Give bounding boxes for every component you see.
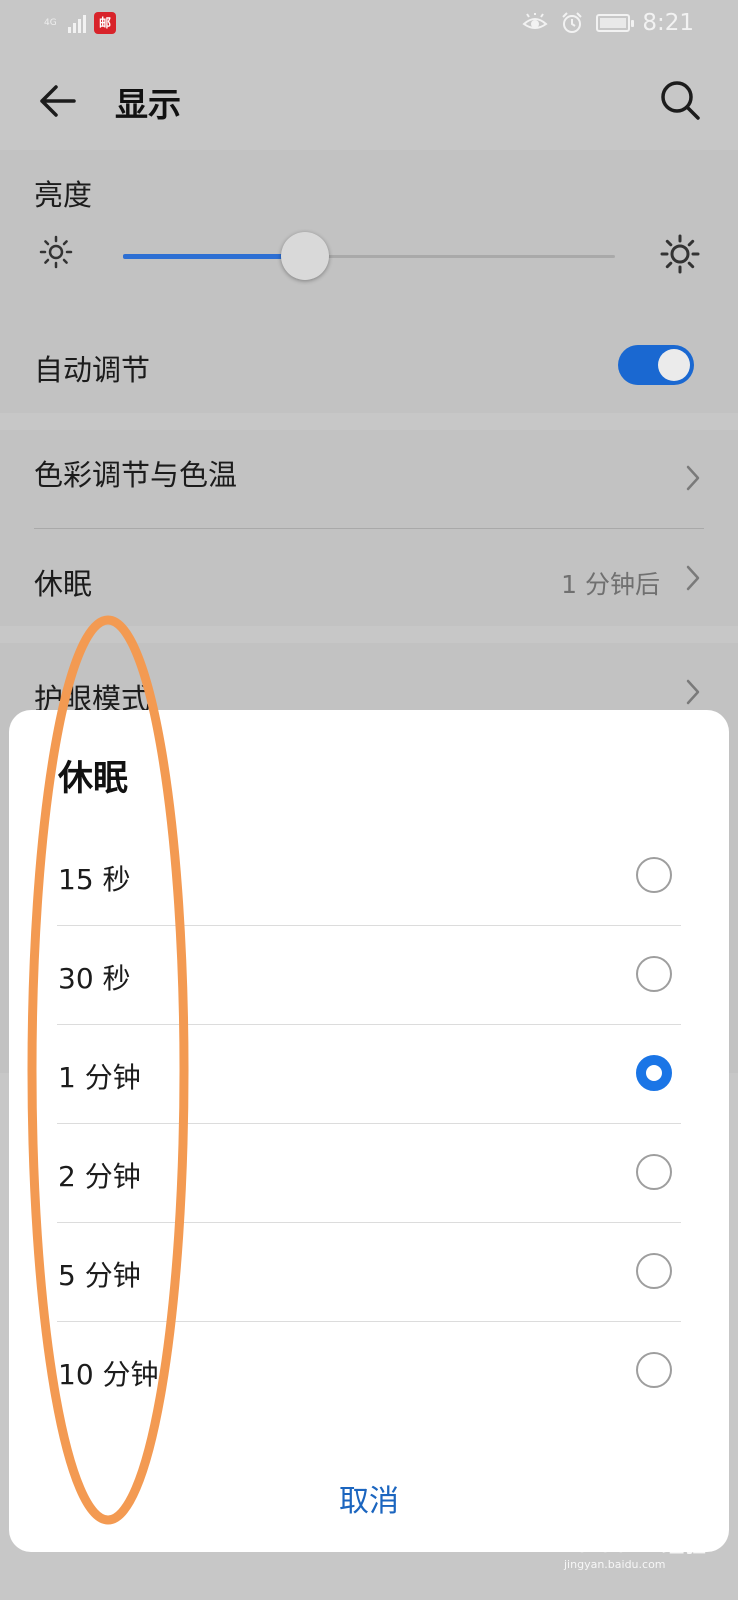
radio-30s[interactable] xyxy=(636,956,672,992)
chevron-right-icon xyxy=(686,465,700,491)
status-right: 8:21 xyxy=(522,10,694,36)
watermark-url: jingyan.baidu.com xyxy=(563,1558,666,1571)
battery-charging-icon xyxy=(596,14,635,32)
radio-2min[interactable] xyxy=(636,1154,672,1190)
brightness-high-icon xyxy=(660,234,700,274)
sleep-dialog xyxy=(9,710,729,1552)
option-divider xyxy=(57,1222,681,1223)
watermark-brand: Baidu xyxy=(560,1533,631,1558)
page-title: 显示 xyxy=(115,85,181,124)
radio-15s[interactable] xyxy=(636,857,672,893)
radio-1min-selected[interactable] xyxy=(636,1055,672,1091)
auto-adjust-label: 自动调节 xyxy=(34,353,151,387)
row-divider xyxy=(34,528,704,529)
chevron-right-icon xyxy=(686,679,700,705)
app-bar: 显示 xyxy=(0,52,738,150)
option-label[interactable]: 2 分钟 xyxy=(58,1155,141,1195)
toggle-knob xyxy=(658,349,690,381)
status-time: 8:21 xyxy=(642,10,694,36)
eye-comfort-icon xyxy=(522,13,548,29)
radio-10min[interactable] xyxy=(636,1352,672,1388)
sleep-row-label[interactable]: 休眠 xyxy=(34,561,92,603)
network-type: 4G xyxy=(44,17,57,28)
option-divider xyxy=(57,925,681,926)
dialog-title: 休眠 xyxy=(58,759,129,799)
brightness-low-icon xyxy=(39,235,73,269)
brightness-slider-fill xyxy=(123,254,306,259)
option-divider xyxy=(57,1024,681,1025)
search-icon[interactable] xyxy=(658,78,702,122)
brightness-label: 亮度 xyxy=(34,178,93,212)
sleep-row-value: 1 分钟后 xyxy=(561,570,660,599)
option-label[interactable]: 15 秒 xyxy=(58,858,131,898)
status-left: 4G 邮 xyxy=(44,12,116,34)
baidu-jingyan-watermark: Baidu 经验 jingyan.baidu.com xyxy=(560,1532,706,1571)
option-divider xyxy=(57,1321,681,1322)
option-label[interactable]: 10 分钟 xyxy=(58,1353,159,1393)
auto-adjust-toggle[interactable] xyxy=(618,345,694,385)
radio-5min[interactable] xyxy=(636,1253,672,1289)
chevron-right-icon xyxy=(686,565,700,591)
status-bar: 4G 邮 8:21 xyxy=(0,0,738,52)
option-label[interactable]: 5 分钟 xyxy=(58,1254,141,1294)
option-label[interactable]: 1 分钟 xyxy=(58,1056,141,1096)
brightness-slider-thumb[interactable] xyxy=(281,232,330,280)
signal-icon xyxy=(68,13,86,33)
mail-app-badge-icon: 邮 xyxy=(94,12,116,34)
back-arrow-icon[interactable] xyxy=(36,79,80,123)
cancel-button[interactable]: 取消 xyxy=(300,1476,438,1522)
option-divider xyxy=(57,1123,681,1124)
color-temp-row-label[interactable]: 色彩调节与色温 xyxy=(34,452,237,494)
option-label[interactable]: 30 秒 xyxy=(58,957,131,997)
alarm-icon xyxy=(562,12,583,33)
watermark-product: 经验 xyxy=(662,1532,706,1558)
